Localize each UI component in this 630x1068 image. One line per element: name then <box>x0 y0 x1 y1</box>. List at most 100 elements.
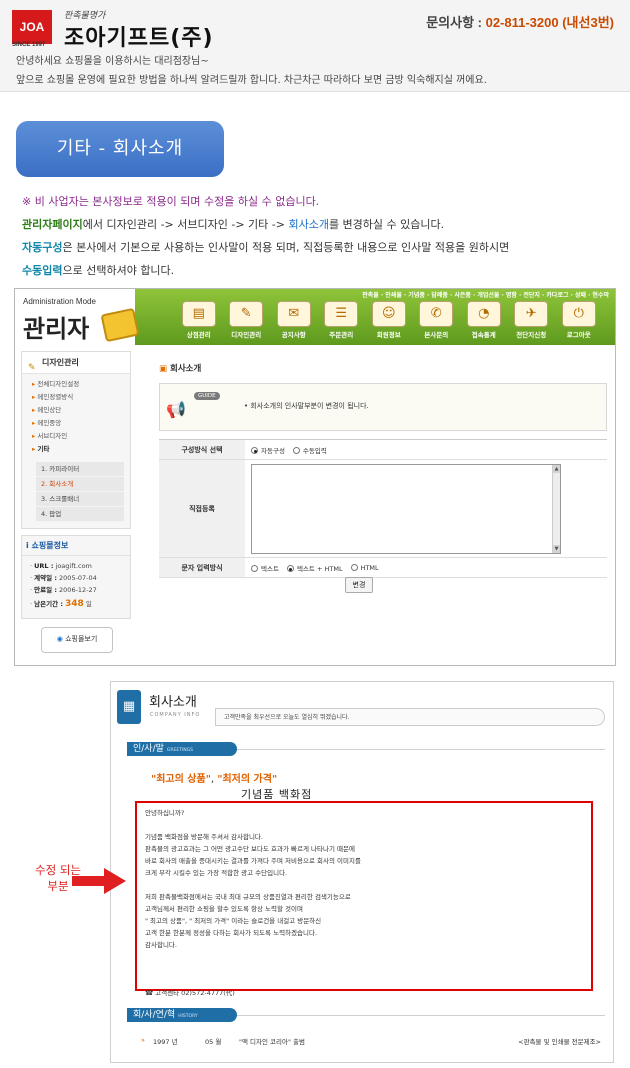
history-row: » 1997 년 05 월 "맥 디자인 코리아" 출범 <판촉물 및 인쇄물 … <box>141 1036 601 1046</box>
admin-screenshot: 판촉물 · 인쇄물 · 기념품 · 답례품 · 사은품 · 개업선물 · 명함 … <box>14 288 616 666</box>
sidebar-item[interactable]: 메인중앙 <box>32 417 130 430</box>
sidebar-subitem[interactable]: 1. 카피라이터 <box>36 462 124 477</box>
admin-main: 회사소개 📢 GUIDE • 회사소개의 인사말부분이 변경이 됩니다. 구성방… <box>159 361 609 593</box>
design-menu: ✎ 디자인관리 전체디자인설정메인정렬방식메인상단메인중앙서브디자인기타 1. 카… <box>21 351 131 529</box>
note-company-intro: 회사소개 <box>288 218 329 231</box>
info-end-value: 2006-12-27 <box>59 586 97 594</box>
info-contract: · 계약일 : 2005-07-04 <box>30 574 97 582</box>
text-html-radio[interactable] <box>286 565 294 572</box>
note-path: 에서 디자인관리 -> 서브디자인 -> 기타 -> <box>82 218 289 231</box>
content-cell: ▲ ▼ <box>245 460 607 557</box>
mall-info-box: ⅰ 쇼핑몰정보 · URL : joagift.com · 계약일 : 2005… <box>21 535 131 619</box>
nav-item-4[interactable]: ☺ 회원정보 <box>365 301 413 339</box>
sidebar-item[interactable]: 기타 <box>32 443 130 456</box>
greeting-line: 기념품 백화점을 방문해 주셔서 감사합니다. <box>145 833 263 841</box>
info-url: · URL : joagift.com <box>30 562 92 570</box>
nav-item-5[interactable]: ✆ 본사문의 <box>413 301 461 339</box>
info-remain: · 남은기간 : 348 일 <box>30 599 92 609</box>
info-contract-label: 계약일 : <box>34 574 57 582</box>
admin-nav-menu: ▤ 상점관리 ✎ 디자인관리 ✉ 공지사항 ☰ 주문관리 ☺ 회원정보 ✆ 본사문의 ◔ 접속통계 ✈ 전단지… <box>175 301 603 339</box>
scroll-up-icon[interactable]: ▲ <box>553 464 560 473</box>
sidebar-item[interactable]: 메인정렬방식 <box>32 391 130 404</box>
page-header: JOA SINCE 1997 판촉물명가 조아기프트(주) 문의사항 : 02-… <box>0 0 630 92</box>
greeting-line <box>145 951 583 963</box>
greeting-body: 안녕하십니까? 기념품 백화점을 방문해 주셔서 감사합니다. 판촉물의 광고효과는… <box>135 801 593 997</box>
sidebar-subitem[interactable]: 2. 회사소개 <box>36 477 124 492</box>
sidebar-subitem[interactable]: 3. 스크롤배너 <box>36 492 124 507</box>
note-line-4: 수동입력으로 선택하셔야 합니다. <box>22 259 509 282</box>
sidebar-item[interactable]: 서브디자인 <box>32 430 130 443</box>
mall-info-title: ⅰ 쇼핑몰정보 <box>22 536 130 556</box>
auto-radio[interactable] <box>251 447 258 454</box>
greeting-line: ☎ 고객센타 02)572-4777(代) <box>145 989 235 997</box>
note-auto-desc: 은 본사에서 기본으로 사용하는 인사말이 적용 되며, 직접등록한 내용으로 … <box>62 241 510 254</box>
flyer-icon[interactable]: ✈ <box>514 301 549 327</box>
nav-item-2[interactable]: ✉ 공지사항 <box>270 301 318 339</box>
note-warning: ※ 비 사업자는 본사정보로 적용이 되며 수정을 하실 수 없습니다. <box>22 195 320 208</box>
form-row-content: 직접등록 ▲ ▼ <box>159 460 607 558</box>
history-tab-en: HISTORY <box>178 1014 198 1019</box>
sidebar-item[interactable]: 메인상단 <box>32 404 130 417</box>
member-icon[interactable]: ☺ <box>371 301 406 327</box>
greeting-line <box>145 879 583 891</box>
logout-icon[interactable]: ⏻ <box>561 301 596 327</box>
stats-icon[interactable]: ◔ <box>466 301 501 327</box>
history-tab-label: 회/사/연/혁 <box>133 1010 176 1020</box>
megaphone-icon: 📢 <box>166 400 186 419</box>
auto-option[interactable]: 자동구성 <box>251 445 285 455</box>
nav-item-0[interactable]: ▤ 상점관리 <box>175 301 223 339</box>
manual-label: 수동입력 <box>302 446 327 455</box>
nav-item-8[interactable]: ⏻ 로그아웃 <box>555 301 603 339</box>
html-label: HTML <box>360 563 379 572</box>
mode-label: 구성방식 선택 <box>159 440 245 459</box>
text-option[interactable]: 텍스트 <box>251 563 279 573</box>
view-mall-button[interactable]: ◉ 쇼핑몰보기 <box>41 627 113 653</box>
info-contract-value: 2005-07-04 <box>59 574 97 582</box>
greeting-line: 안녕하십니까? <box>145 809 185 817</box>
form-row-mode: 구성방식 선택 자동구성 수동입력 <box>159 440 607 460</box>
text-radio[interactable] <box>251 565 258 572</box>
greeting-line: 고객님께서 편리한 쇼핑을 할수 있도록 항상 노력할 것이며 <box>145 905 303 913</box>
info-end: · 만료일 : 2006-12-27 <box>30 586 97 594</box>
inquiry-icon[interactable]: ✆ <box>419 301 454 327</box>
note-admin-page: 관리자페이지 <box>22 218 83 231</box>
html-option[interactable]: HTML <box>350 563 379 572</box>
nav-item-3[interactable]: ☰ 주문관리 <box>318 301 366 339</box>
greeting-line: 바로 회사의 매출을 증대시키는 결과를 가져다 주며 저비용으로 회사의 이미… <box>145 857 361 865</box>
store-icon[interactable]: ▤ <box>181 301 216 327</box>
html-radio[interactable] <box>350 564 358 571</box>
text-html-option[interactable]: 텍스트 + HTML <box>286 563 343 573</box>
note-line-1: ※ 비 사업자는 본사정보로 적용이 되며 수정을 하실 수 없습니다. <box>22 190 509 213</box>
greetings-tab: 인/사/말 GREETINGS <box>127 742 237 756</box>
sidebar-item[interactable]: 전체디자인설정 <box>32 378 130 391</box>
content-textarea[interactable]: ▲ ▼ <box>251 463 561 554</box>
order-icon[interactable]: ☰ <box>324 301 359 327</box>
instruction-notes: ※ 비 사업자는 본사정보로 적용이 되며 수정을 하실 수 없습니다. 관리자… <box>22 190 509 282</box>
palette-icon[interactable]: ✎ <box>229 301 264 327</box>
nav-item-1[interactable]: ✎ 디자인관리 <box>223 301 271 339</box>
slogan-best-product: "최고의 상품" <box>151 774 211 785</box>
nav-item-6[interactable]: ◔ 접속통계 <box>460 301 508 339</box>
sidebar-subitem[interactable]: 4. 팝업 <box>36 507 124 522</box>
note-line-3: 자동구성은 본사에서 기본으로 사용하는 인사말이 적용 되며, 직접등록한 내… <box>22 236 509 259</box>
note-line-2: 관리자페이지에서 디자인관리 -> 서브디자인 -> 기타 -> 회사소개를 변… <box>22 213 509 236</box>
input-type-label: 문자 입력방식 <box>159 558 245 577</box>
greeting-line: 크게 부각 시킬수 있는 가장 적합한 광고 수단입니다. <box>145 869 288 877</box>
info-url-value: joagift.com <box>55 562 92 570</box>
manual-radio[interactable] <box>292 447 300 454</box>
modify-button[interactable]: 변경 <box>345 577 373 593</box>
admin-title: 관리자 <box>23 315 90 343</box>
palette-icon: ✎ <box>28 363 36 373</box>
textarea-scrollbar[interactable]: ▲ ▼ <box>552 464 560 553</box>
preview-strip: 고객만족을 최우선으로 오늘도 열심히 뛰겠습니다. <box>215 708 605 726</box>
text-html-label: 텍스트 + HTML <box>296 564 343 573</box>
mall-info-label: 쇼핑몰정보 <box>31 541 69 550</box>
note-manual: 수동입력 <box>22 264 63 277</box>
company-intro-preview: ▦ 회사소개 COMPANY INFO 고객만족을 최우선으로 오늘도 열심히 … <box>110 681 614 1063</box>
scroll-down-icon[interactable]: ▼ <box>553 544 560 553</box>
admin-top-links[interactable]: 판촉물 · 인쇄물 · 기념품 · 답례품 · 사은품 · 개업선물 · 명함 … <box>139 290 609 299</box>
greeting-line-1: 안녕하세요 쇼핑몰을 이용하시는 대리점장님~ <box>16 56 209 67</box>
manual-option[interactable]: 수동입력 <box>292 445 327 455</box>
nav-item-7[interactable]: ✈ 전단지신청 <box>508 301 556 339</box>
notice-icon[interactable]: ✉ <box>276 301 311 327</box>
